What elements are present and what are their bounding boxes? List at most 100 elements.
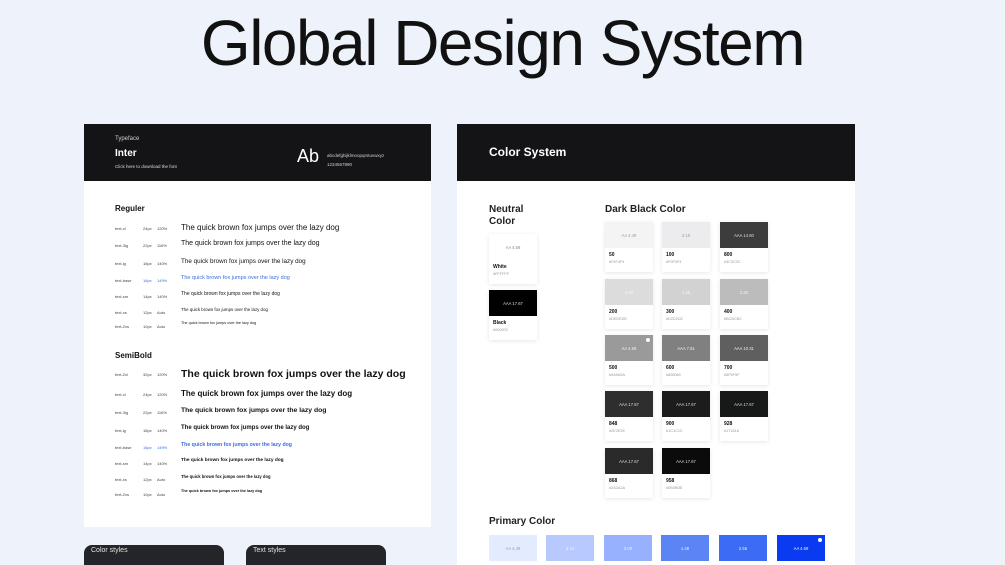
- style-size: 24px: [143, 226, 152, 231]
- color-swatch[interactable]: AAA 7.51 600 #808080: [662, 335, 710, 385]
- contrast-score: AA 4.59: [505, 244, 521, 250]
- swatch-chip: AAA 17.67: [720, 391, 768, 417]
- digit-set: 1234567890: [327, 162, 353, 167]
- style-line-height: 140%: [157, 294, 168, 299]
- style-sample: The quick brown fox jumps over the lazy …: [181, 222, 340, 232]
- type-style-row: text-2xl 32px 120% The quick brown fox jump…: [115, 368, 415, 382]
- primary-color-chip[interactable]: AA 4.49: [489, 535, 537, 561]
- swatch-hex: #5F5F5F: [724, 373, 740, 377]
- swatch-chip: 3.60: [605, 279, 653, 305]
- color-swatch[interactable]: AA 4.69 500 #9A9A9A: [605, 335, 653, 385]
- contrast-score: 3.00: [623, 545, 633, 551]
- swatch-name: 700: [724, 365, 733, 371]
- color-swatch[interactable]: AAA 17.67 Black #000000: [489, 290, 537, 340]
- primary-color-chip[interactable]: AA 4.69: [777, 535, 825, 561]
- color-swatch[interactable]: AAA 17.67 900 #1C1C1C: [662, 391, 710, 441]
- style-line-height: Auto: [157, 477, 166, 482]
- swatch-chip: AAA 17.67: [662, 391, 710, 417]
- swatch-name: 50: [609, 252, 615, 258]
- swatch-hex: #3C3C3C: [724, 260, 741, 264]
- text-styles-card[interactable]: Text styles: [246, 545, 386, 565]
- style-sample: The quick brown fox jumps over the lazy …: [181, 307, 268, 313]
- character-set: abcdefghijklmnopqrstuvwxyz 1234567890: [327, 151, 384, 169]
- color-system-title: Color System: [489, 145, 567, 159]
- style-size: 12px: [143, 310, 152, 315]
- style-size: 24px: [143, 392, 152, 397]
- swatch-hex: #FFFFFF: [493, 272, 510, 276]
- color-swatch[interactable]: AA 4.49 50 #F4F4F4: [605, 222, 653, 272]
- style-line-height: 116%: [157, 410, 167, 415]
- style-sample: The quick brown fox jumps over the lazy …: [181, 458, 284, 464]
- color-swatch[interactable]: 1.45 300 #D2D2D2: [662, 279, 710, 329]
- color-swatch[interactable]: AAA 17.67 928 #171818: [720, 391, 768, 441]
- swatch-chip: 1.45: [662, 279, 710, 305]
- style-token: text-xs: [115, 477, 127, 482]
- style-sample: The quick brown fox jumps over the lazy …: [181, 425, 310, 432]
- swatch-name: 200: [609, 309, 618, 315]
- contrast-score: AAA 10.31: [734, 345, 754, 351]
- color-swatch[interactable]: 4.15 100 #F0F0F4: [662, 222, 710, 272]
- style-token: text-3lg: [115, 410, 129, 415]
- style-line-height: 116%: [157, 243, 167, 248]
- swatch-name: 900: [666, 421, 675, 427]
- type-style-row: text-2xs 10px Auto The quick brown fox jump…: [115, 489, 415, 502]
- swatch-name: 848: [609, 421, 618, 427]
- type-style-row: text-2xs 10px Auto The quick brown fox jump…: [115, 321, 415, 334]
- style-sample: The quick brown fox jumps over the lazy …: [181, 368, 406, 381]
- style-line-height: 140%: [157, 261, 168, 266]
- style-line-height: 120%: [157, 226, 168, 231]
- style-size: 10px: [143, 492, 152, 497]
- color-swatch[interactable]: AA 4.59 White #FFFFFF: [489, 234, 537, 284]
- type-style-row: text-xs 12px Auto The quick brown fox jumps…: [115, 307, 415, 320]
- style-line-height: Auto: [157, 492, 166, 497]
- style-size: 12px: [143, 477, 152, 482]
- style-token: text-xl: [115, 392, 126, 397]
- type-style-row: text-lg 18px 140% The quick brown fox jumps…: [115, 425, 415, 438]
- style-sample: The quick brown fox jumps over the lazy …: [181, 406, 327, 414]
- swatch-chip: AA 4.69: [605, 335, 653, 361]
- swatch-chip: AAA 17.67: [662, 448, 710, 474]
- primary-color-chip[interactable]: 4.15: [546, 535, 594, 561]
- swatch-chip: AAA 10.31: [720, 335, 768, 361]
- style-sample: The quick brown fox jumps over the lazy …: [181, 258, 306, 266]
- style-token: text-base: [115, 445, 132, 450]
- dark-color-title: Dark Black Color: [605, 204, 686, 215]
- swatch-hex: #000000: [493, 328, 508, 332]
- color-styles-card[interactable]: Color styles: [84, 545, 224, 565]
- style-sample: The quick brown fox jumps over the lazy …: [181, 489, 263, 494]
- selected-dot-icon: [646, 338, 650, 342]
- typeface-label: Typeface: [115, 136, 140, 142]
- style-size: 22px: [143, 243, 152, 248]
- swatch-name: 868: [609, 478, 618, 484]
- selected-dot-icon: [818, 538, 822, 542]
- swatch-hex: #BCBCBC: [724, 317, 742, 321]
- contrast-score: AA 4.69: [621, 345, 637, 351]
- swatch-chip: AAA 17.67: [605, 448, 653, 474]
- color-swatch[interactable]: AAA 14.60 800 #3C3C3C: [720, 222, 768, 272]
- download-font-link[interactable]: Click here to download the font: [115, 164, 177, 169]
- color-swatch[interactable]: 3.60 200 #DEDEDE: [605, 279, 653, 329]
- color-swatch[interactable]: AAA 17.67 958 #0B0B0B: [662, 448, 710, 498]
- type-style-row: text-sm 14px 140% The quick brown fox jumps…: [115, 458, 415, 471]
- style-size: 14px: [143, 461, 152, 466]
- swatch-hex: #F4F4F4: [609, 260, 625, 264]
- contrast-score: 4.15: [681, 232, 691, 238]
- primary-color-chip[interactable]: 3.00: [604, 535, 652, 561]
- page-title: Global Design System: [200, 7, 806, 79]
- style-token: text-xl: [115, 226, 126, 231]
- swatch-name: 928: [724, 421, 733, 427]
- style-sample: The quick brown fox jumps over the lazy …: [181, 239, 320, 247]
- primary-color-chip[interactable]: 2.55: [719, 535, 767, 561]
- swatch-chip: AA 4.49: [605, 222, 653, 248]
- primary-color-chip[interactable]: 1.48: [661, 535, 709, 561]
- style-token: text-3lg: [115, 243, 129, 248]
- style-token: text-2xs: [115, 492, 130, 497]
- primary-color-title: Primary Color: [489, 516, 556, 527]
- style-line-height: 120%: [157, 392, 168, 397]
- color-swatch[interactable]: AAA 10.31 700 #5F5F5F: [720, 335, 768, 385]
- color-swatch[interactable]: AAA 17.67 868 #2A2A2A: [605, 448, 653, 498]
- color-swatch[interactable]: 2.32 400 #BCBCBC: [720, 279, 768, 329]
- contrast-score: AAA 14.60: [734, 232, 754, 238]
- color-swatch[interactable]: AAA 17.67 848 #2E2E2E: [605, 391, 653, 441]
- neutral-title-line2: Color: [489, 216, 516, 227]
